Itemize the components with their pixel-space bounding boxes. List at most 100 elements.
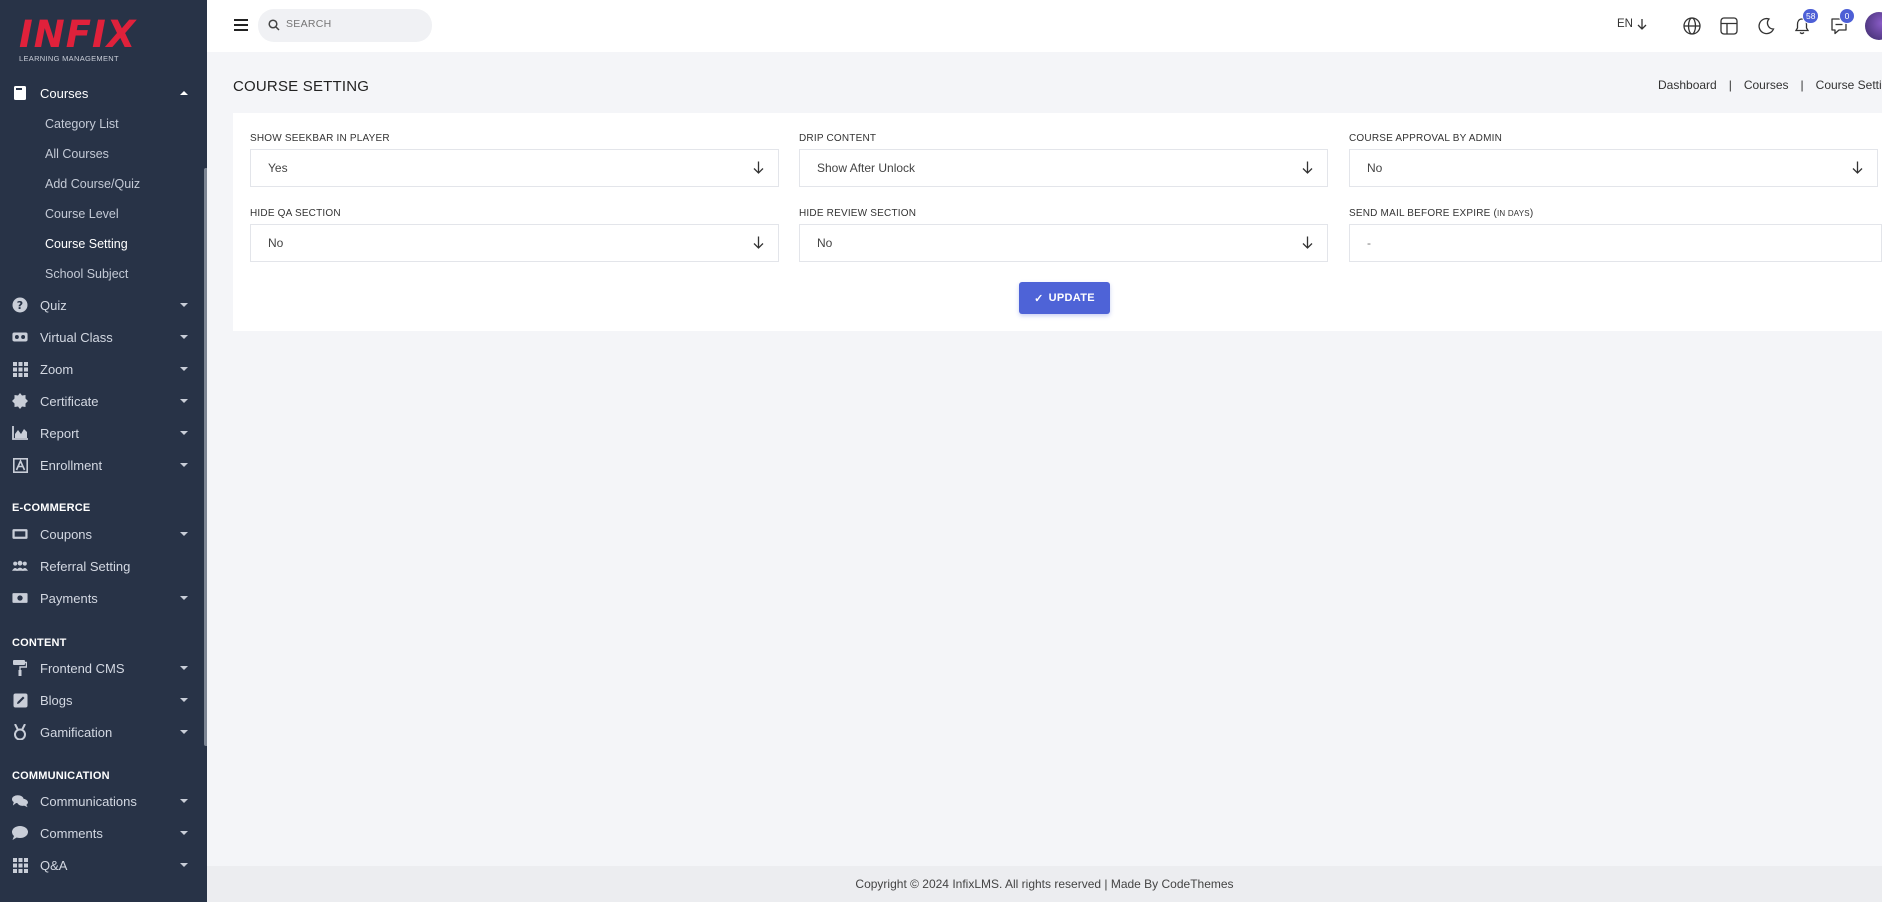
vr-headset-icon <box>12 329 28 345</box>
search-box[interactable] <box>258 9 432 42</box>
users-icon <box>12 558 28 574</box>
sidebar-subitem-add-course[interactable]: Add Course/Quiz <box>45 177 140 191</box>
sidebar-item-quiz[interactable]: ? Quiz <box>0 290 204 320</box>
course-approval-select[interactable]: No <box>1349 149 1878 187</box>
hide-qa-label: HIDE QA SECTION <box>250 208 341 219</box>
breadcrumb: Dashboard | Courses | Course Setti <box>1658 78 1882 92</box>
sidebar-item-courses[interactable]: Courses <box>0 78 204 108</box>
notification-count-badge: 58 <box>1802 8 1820 24</box>
drip-content-select[interactable]: Show After Unlock <box>799 149 1328 187</box>
chevron-down-icon <box>180 730 188 734</box>
breadcrumb-courses[interactable]: Courses <box>1744 78 1789 92</box>
sidebar-item-label: Gamification <box>40 724 113 740</box>
sidebar-item-label: Blogs <box>40 692 73 708</box>
message-count-badge: 0 <box>1839 8 1855 24</box>
search-input[interactable] <box>286 18 416 30</box>
sidebar-subitem-all-courses[interactable]: All Courses <box>45 147 109 161</box>
sidebar-item-label: Comments <box>40 825 103 841</box>
language-selector[interactable]: EN <box>1617 18 1647 30</box>
arrow-down-icon <box>753 161 764 174</box>
chevron-down-icon <box>180 303 188 307</box>
sidebar-item-label: Q&A <box>40 857 68 873</box>
sidebar-item-qa[interactable]: Q&A <box>0 850 204 880</box>
update-button-label: UPDATE <box>1048 292 1095 304</box>
app-logo[interactable]: INFIX LEARNING MANAGEMENT <box>19 13 137 64</box>
course-approval-label: COURSE APPROVAL BY ADMIN <box>1349 133 1502 144</box>
sidebar-item-zoom[interactable]: Zoom <box>0 354 204 384</box>
hide-qa-select[interactable]: No <box>250 224 779 262</box>
sidebar-subitem-course-level[interactable]: Course Level <box>45 207 119 221</box>
sidebar-item-payments[interactable]: Payments <box>0 583 204 613</box>
sidebar-item-label: Coupons <box>40 526 93 542</box>
breadcrumb-dashboard[interactable]: Dashboard <box>1658 78 1717 92</box>
show-seekbar-select[interactable]: Yes <box>250 149 779 187</box>
certificate-icon <box>12 393 28 409</box>
chevron-down-icon <box>180 863 188 867</box>
breadcrumb-separator: | <box>1800 78 1804 92</box>
check-icon: ✓ <box>1034 292 1044 305</box>
send-mail-label-unit: IN DAYS <box>1497 209 1530 218</box>
chevron-down-icon <box>180 799 188 803</box>
logo-text: INFIX <box>19 13 137 56</box>
copyright-text: Copyright © 2024 InfixLMS. All rights re… <box>855 877 1234 891</box>
sidebar-item-certificate[interactable]: Certificate <box>0 386 204 416</box>
arrow-down-icon <box>753 236 764 249</box>
layout-icon[interactable] <box>1719 16 1739 36</box>
breadcrumb-current: Course Setti <box>1815 78 1882 92</box>
grid-icon <box>12 361 28 377</box>
section-title-content: CONTENT <box>12 637 67 649</box>
user-avatar[interactable] <box>1865 12 1882 40</box>
chart-area-icon <box>12 425 28 441</box>
sidebar-item-virtual-class[interactable]: Virtual Class <box>0 322 204 352</box>
chevron-down-icon <box>180 532 188 536</box>
send-mail-days-input[interactable]: - <box>1349 224 1882 262</box>
show-seekbar-label: SHOW SEEKBAR IN PLAYER <box>250 133 390 144</box>
sidebar-item-label: Communications <box>40 793 137 809</box>
sidebar-item-label: Certificate <box>40 393 99 409</box>
chevron-down-icon <box>180 367 188 371</box>
hide-review-select[interactable]: No <box>799 224 1328 262</box>
sidebar-item-label: Courses <box>40 85 89 101</box>
select-value: No <box>268 236 284 250</box>
sidebar-subitem-course-setting[interactable]: Course Setting <box>45 237 128 251</box>
sidebar-item-coupons[interactable]: Coupons <box>0 519 204 549</box>
sidebar-item-blogs[interactable]: Blogs <box>0 685 204 715</box>
sidebar-item-label: Frontend CMS <box>40 660 125 676</box>
sidebar-item-frontend-cms[interactable]: Frontend CMS <box>0 653 204 683</box>
hamburger-menu-icon[interactable] <box>234 19 248 31</box>
notification-bell[interactable]: 58 <box>1792 8 1820 36</box>
chevron-up-icon <box>180 91 188 95</box>
question-circle-icon: ? <box>12 297 28 313</box>
chevron-down-icon <box>180 463 188 467</box>
arrow-down-icon <box>1852 161 1863 174</box>
sidebar-item-communications[interactable]: Communications <box>0 786 204 816</box>
sidebar-item-report[interactable]: Report <box>0 418 204 448</box>
chevron-down-icon <box>180 831 188 835</box>
paint-roller-icon <box>12 660 28 676</box>
sidebar-item-comments[interactable]: Comments <box>0 818 204 848</box>
input-value: - <box>1367 236 1371 250</box>
sidebar-subitem-school-subject[interactable]: School Subject <box>45 267 128 281</box>
chevron-down-icon <box>180 399 188 403</box>
footer: Copyright © 2024 InfixLMS. All rights re… <box>207 866 1882 902</box>
chevron-down-icon <box>180 698 188 702</box>
arrow-down-icon <box>1302 161 1313 174</box>
svg-text:?: ? <box>17 299 23 312</box>
arrow-down-icon <box>1637 18 1647 30</box>
messages-button[interactable]: 0 <box>1829 8 1855 36</box>
language-label: EN <box>1617 18 1633 30</box>
grid-icon <box>12 857 28 873</box>
sidebar-item-referral-setting[interactable]: Referral Setting <box>0 551 204 581</box>
sidebar-item-label: Zoom <box>40 361 74 377</box>
sidebar-subitem-category-list[interactable]: Category List <box>45 117 119 131</box>
update-button[interactable]: ✓ UPDATE <box>1019 282 1110 314</box>
enrollment-icon <box>12 457 28 473</box>
hide-review-label: HIDE REVIEW SECTION <box>799 208 917 219</box>
sidebar-scrollbar[interactable] <box>204 168 207 746</box>
globe-icon[interactable] <box>1682 16 1702 36</box>
book-icon <box>12 85 28 101</box>
sidebar-item-gamification[interactable]: Gamification <box>0 717 204 747</box>
sidebar-item-label: Referral Setting <box>40 558 131 574</box>
sidebar-item-enrollment[interactable]: Enrollment <box>0 450 204 480</box>
moon-icon[interactable] <box>1756 16 1776 36</box>
